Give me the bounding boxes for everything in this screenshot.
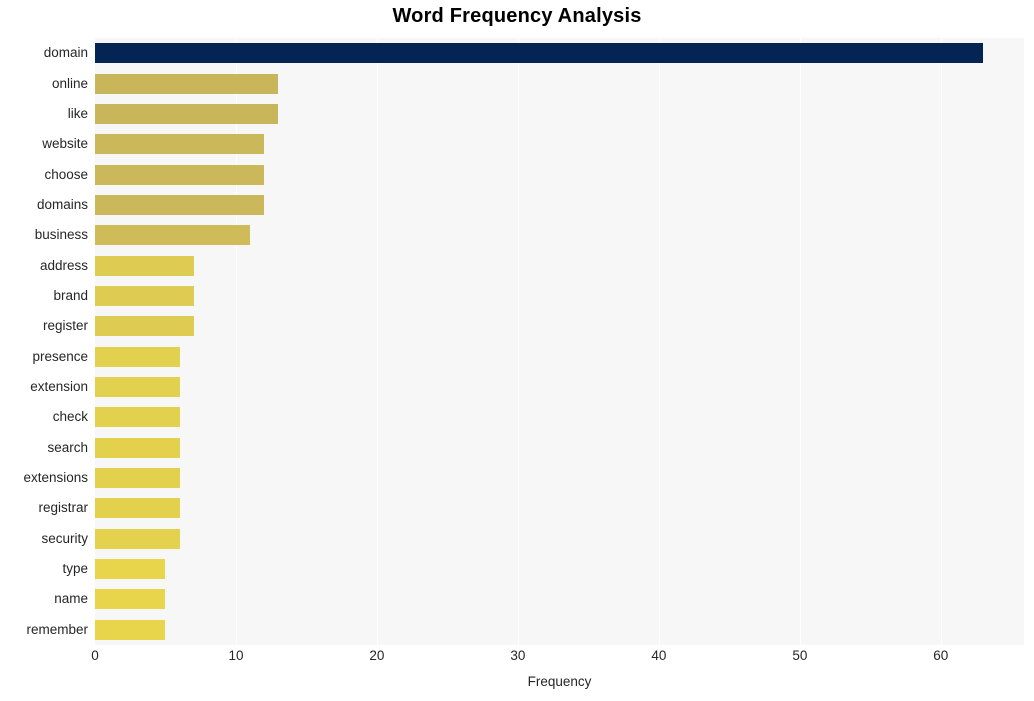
y-axis-label: registrar	[38, 500, 88, 516]
y-axis-label: domains	[36, 196, 88, 212]
y-axis-label: extension	[30, 379, 88, 395]
y-axis-label: type	[62, 561, 88, 577]
x-axis-tick: 10	[228, 648, 244, 663]
bar	[95, 134, 265, 155]
bar	[95, 377, 180, 398]
bar	[95, 194, 265, 215]
bar	[95, 73, 279, 94]
y-axis-label: security	[41, 530, 88, 546]
x-axis-tick: 30	[510, 648, 526, 663]
bar	[95, 437, 180, 458]
y-axis-label: presence	[32, 348, 88, 364]
y-axis-label: online	[51, 75, 88, 91]
y-axis-label: check	[52, 409, 88, 425]
bars-layer	[95, 38, 1024, 645]
bar	[95, 43, 984, 64]
bar	[95, 255, 194, 276]
bar	[95, 346, 180, 367]
bar	[95, 316, 194, 337]
chart-figure: Word Frequency Analysis domain online like…	[0, 0, 1034, 701]
x-axis-tick: 50	[792, 648, 808, 663]
y-axis-label: register	[42, 318, 88, 334]
bar	[95, 164, 265, 185]
bar	[95, 285, 194, 306]
bar	[95, 498, 180, 519]
y-axis-label: name	[54, 591, 88, 607]
y-axis-label: extensions	[23, 470, 88, 486]
x-axis-title: Frequency	[527, 674, 592, 689]
plot-area	[95, 38, 1024, 645]
x-axis-tick-labels: 0 10 20 30 40 50 60	[0, 648, 1034, 670]
x-axis-tick: 0	[91, 648, 99, 663]
bar	[95, 589, 166, 610]
y-axis-label: search	[47, 439, 88, 455]
y-axis-label: like	[67, 105, 88, 121]
bar	[95, 619, 166, 640]
y-axis-category-labels: domain online like website choose domains busi…	[0, 38, 88, 645]
bar	[95, 528, 180, 549]
bar	[95, 468, 180, 489]
y-axis-label: business	[34, 227, 88, 243]
bar	[95, 225, 251, 246]
y-axis-label: domain	[43, 45, 88, 61]
x-axis-tick: 60	[933, 648, 949, 663]
y-axis-label: remember	[26, 621, 88, 637]
y-axis-label: address	[39, 257, 88, 273]
x-axis-tick: 20	[369, 648, 385, 663]
y-axis-label: choose	[44, 166, 88, 182]
bar	[95, 559, 166, 580]
y-axis-label: website	[42, 136, 88, 152]
bar	[95, 103, 279, 124]
bar	[95, 407, 180, 428]
y-axis-label: brand	[53, 287, 88, 303]
x-axis-tick: 40	[651, 648, 667, 663]
chart-title: Word Frequency Analysis	[392, 5, 642, 27]
